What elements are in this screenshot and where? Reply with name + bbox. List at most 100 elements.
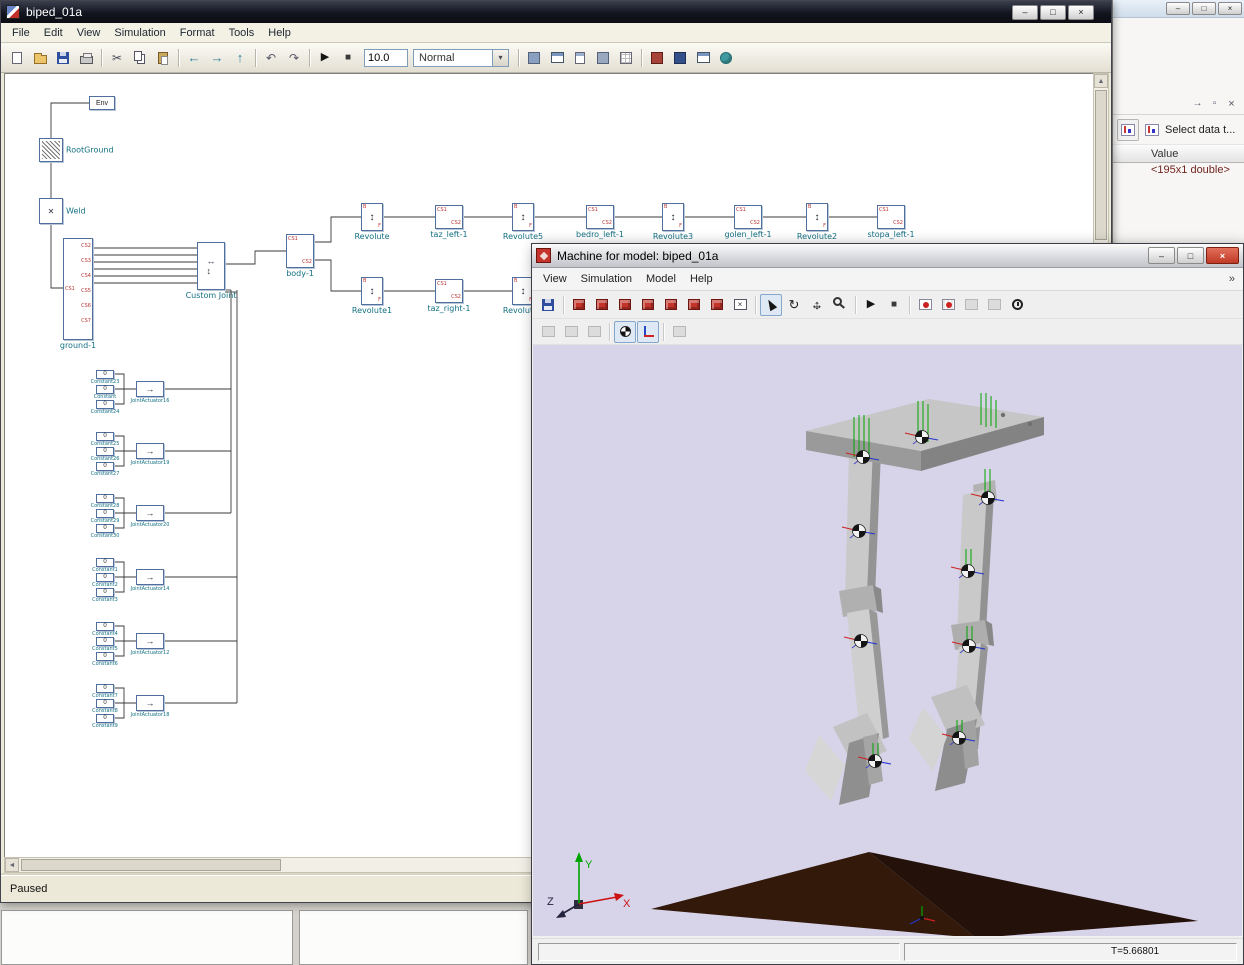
menu-tools[interactable]: Tools [222, 25, 262, 41]
menu-help[interactable]: Help [261, 25, 298, 41]
minimize-button[interactable]: – [1148, 247, 1175, 264]
horizontal-scrollbar-thumb[interactable] [21, 859, 281, 871]
menu-edit[interactable]: Edit [37, 25, 70, 41]
view-bottom-button[interactable] [660, 294, 682, 316]
close-small-button[interactable]: × [1223, 96, 1240, 113]
block-constant1[interactable]: 0 [96, 558, 114, 567]
model-explorer-button[interactable] [692, 47, 714, 69]
simulink-titlebar[interactable]: biped_01a –□× [1, 1, 1111, 23]
block-constant7[interactable]: 0 [96, 684, 114, 693]
block-ground-1[interactable]: CS2CS3CS4CS5CS6CS7CS1ground-1 [63, 238, 93, 340]
build-target-button[interactable] [646, 47, 668, 69]
block-constant4[interactable]: 0 [96, 622, 114, 631]
disabled-b-button[interactable] [983, 294, 1005, 316]
scroll-up-icon[interactable]: ▲ [1094, 74, 1108, 88]
minimize-button[interactable]: – [1166, 2, 1190, 15]
menu-simulation[interactable]: Simulation [107, 25, 172, 41]
block-jointactuator18[interactable]: → [136, 695, 164, 711]
menu-simulation[interactable]: Simulation [574, 271, 639, 287]
close-button[interactable]: × [1206, 247, 1239, 264]
minimize-button[interactable]: – [1012, 5, 1038, 20]
pan-view-button[interactable] [806, 294, 828, 316]
block-stopa-left-1[interactable]: CS1CS2stopa_left-1 [877, 205, 905, 229]
menu-view[interactable]: View [536, 271, 574, 287]
zoom-view-button[interactable] [829, 294, 851, 316]
undo-button[interactable]: ↶ [260, 47, 282, 69]
nav-forward-button[interactable]: → [206, 47, 228, 69]
view-corner-button[interactable] [706, 294, 728, 316]
block-constant29[interactable]: 0 [96, 509, 114, 518]
block-rootground[interactable]: RootGround [39, 138, 63, 162]
block-constant25[interactable]: 0 [96, 432, 114, 441]
block-revolute5[interactable]: BF↕Revolute5 [512, 203, 534, 231]
print-button[interactable] [75, 47, 97, 69]
block-constant24[interactable]: 0 [96, 400, 114, 409]
cut-button[interactable]: ✂ [106, 47, 128, 69]
block-revolute[interactable]: BF↕Revolute [361, 203, 383, 231]
block-revolute2[interactable]: BF↕Revolute2 [806, 203, 828, 231]
block-jointactuator16[interactable]: → [136, 381, 164, 397]
block-constant28[interactable]: 0 [96, 494, 114, 503]
block-constant3[interactable]: 0 [96, 588, 114, 597]
block-constant30[interactable]: 0 [96, 524, 114, 533]
block-constant26[interactable]: 0 [96, 447, 114, 456]
play-button[interactable]: ▶ [314, 47, 336, 69]
menu-overflow-chevron[interactable]: » [1229, 273, 1235, 285]
library-link-button[interactable] [592, 47, 614, 69]
stop-button[interactable]: ■ [337, 47, 359, 69]
close-button[interactable]: × [1218, 2, 1242, 15]
pin-button[interactable]: → [1189, 96, 1206, 113]
menu-file[interactable]: File [5, 25, 37, 41]
close-button[interactable]: × [1068, 5, 1094, 20]
scope-button[interactable] [669, 47, 691, 69]
fit-scene-button[interactable]: × [729, 294, 751, 316]
view-iso-button[interactable] [568, 294, 590, 316]
select-data-row[interactable]: Select data t... [1113, 117, 1244, 143]
copy-button[interactable] [129, 47, 151, 69]
nav-up-button[interactable]: ↑ [229, 47, 251, 69]
maximize-button[interactable]: □ [1192, 2, 1216, 15]
block-constant[interactable]: 0 [96, 385, 114, 394]
paste-button[interactable] [152, 47, 174, 69]
stop-button[interactable]: ■ [883, 294, 905, 316]
view-back-button[interactable] [683, 294, 705, 316]
block-constant8[interactable]: 0 [96, 699, 114, 708]
maximize-button[interactable]: □ [1177, 247, 1204, 264]
block-custom-joint[interactable]: ↔ ↕Custom Joint [197, 242, 225, 290]
block-constant23[interactable]: 0 [96, 370, 114, 379]
3d-viewport[interactable]: Y X Z [533, 345, 1242, 936]
block-constant5[interactable]: 0 [96, 637, 114, 646]
scroll-left-icon[interactable]: ◄ [5, 858, 19, 872]
block-bedro-left-1[interactable]: CS1CS2bedro_left-1 [586, 205, 614, 229]
machine-viewer-window[interactable]: Machine for model: biped_01a –□× ViewSim… [531, 243, 1244, 965]
cg-sphere-button[interactable] [614, 321, 636, 343]
block-golen-left-1[interactable]: CS1CS2golen_left-1 [734, 205, 762, 229]
play-button[interactable]: ▶ [860, 294, 882, 316]
disabled-3-button[interactable] [583, 321, 605, 343]
redo-button[interactable]: ↷ [283, 47, 305, 69]
maximize-button[interactable]: □ [1040, 5, 1066, 20]
new-file-button[interactable] [6, 47, 28, 69]
block-jointactuator19[interactable]: → [136, 443, 164, 459]
grid-view-button[interactable] [615, 47, 637, 69]
menu-view[interactable]: View [70, 25, 108, 41]
record-video-button[interactable] [914, 294, 936, 316]
value-column-header[interactable]: Value [1113, 144, 1244, 163]
vertical-scrollbar-thumb[interactable] [1095, 90, 1107, 240]
save-button[interactable] [52, 47, 74, 69]
block-revolute3[interactable]: BF↕Revolute3 [662, 203, 684, 231]
view-front-button[interactable] [591, 294, 613, 316]
block-jointactuator20[interactable]: → [136, 505, 164, 521]
rotate-view-button[interactable]: ↻ [783, 294, 805, 316]
new-plot-button[interactable] [1117, 119, 1139, 141]
pointer-button[interactable] [760, 294, 782, 316]
float-button[interactable]: ▫ [1206, 96, 1223, 113]
view-top-button[interactable] [614, 294, 636, 316]
select-data-label[interactable]: Select data t... [1165, 124, 1235, 136]
disabled-2-button[interactable] [560, 321, 582, 343]
disabled-a-button[interactable] [960, 294, 982, 316]
block-constant6[interactable]: 0 [96, 652, 114, 661]
model-browser-button[interactable] [546, 47, 568, 69]
block-revolute1[interactable]: BF↕Revolute1 [361, 277, 383, 305]
disabled-4-button[interactable] [668, 321, 690, 343]
